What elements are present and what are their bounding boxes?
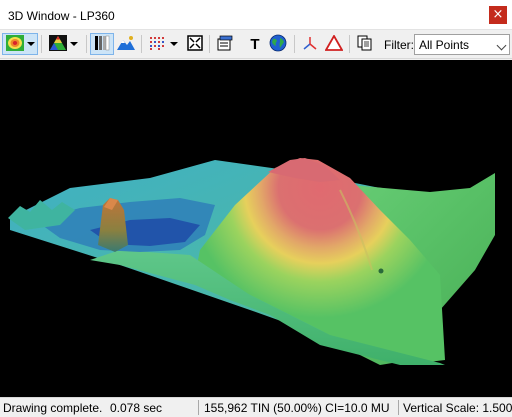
copy-button[interactable] (354, 33, 376, 55)
title-bar: 3D Window - LP360 × (0, 0, 512, 30)
status-divider (398, 400, 399, 415)
properties-button[interactable] (214, 33, 236, 55)
copy-icon (357, 35, 373, 54)
globe-icon (269, 34, 287, 55)
window-title: 3D Window - LP360 (8, 9, 115, 23)
filter-dropdown[interactable]: All Points (414, 34, 510, 55)
globe-button[interactable] (267, 33, 289, 55)
toolbar: T Filter: All Points (0, 30, 512, 59)
hillshade-icon (117, 35, 135, 54)
3d-viewport[interactable] (0, 60, 512, 397)
status-tin-info: 155,962 TIN (50.00%) CI=10.0 MU (204, 401, 390, 415)
toolbar-separator (141, 35, 142, 53)
hillshade-button[interactable] (115, 33, 137, 55)
filter-selected-value: All Points (419, 38, 470, 52)
text-label-button[interactable]: T (244, 33, 266, 55)
axes-button[interactable] (299, 33, 321, 55)
fit-extent-button[interactable] (184, 33, 206, 55)
toolbar-separator (41, 35, 42, 53)
tin-color-ramp-button[interactable] (45, 33, 81, 55)
close-button[interactable]: × (489, 6, 507, 24)
grayscale-shading-icon (94, 35, 110, 54)
point-display-button[interactable] (145, 33, 181, 55)
profile-triangle-button[interactable] (323, 33, 345, 55)
toolbar-separator (294, 35, 295, 53)
tin-color-ramp-icon (48, 34, 67, 54)
terrain-render (8, 158, 495, 365)
axes-icon (302, 35, 318, 54)
toolbar-separator (349, 35, 350, 53)
color-by-elevation-icon (5, 34, 24, 54)
chevron-down-icon[interactable] (26, 42, 35, 46)
properties-icon (217, 35, 233, 54)
grayscale-shading-button[interactable] (90, 33, 114, 55)
status-elapsed-time: 0.078 sec (110, 401, 163, 415)
text-label-icon: T (250, 35, 260, 53)
chevron-down-icon[interactable] (169, 42, 178, 46)
status-bar: Drawing complete. 0.078 sec 155,962 TIN … (0, 397, 512, 417)
color-by-elevation-button[interactable] (2, 33, 38, 55)
chevron-down-icon[interactable] (496, 40, 507, 51)
status-divider (198, 400, 199, 415)
fit-extent-icon (187, 34, 203, 54)
filter-label: Filter: (384, 38, 414, 52)
status-message: Drawing complete. (3, 401, 103, 415)
profile-triangle-icon (324, 33, 344, 54)
chevron-down-icon[interactable] (69, 42, 78, 46)
toolbar-separator (209, 35, 210, 53)
toolbar-separator (86, 35, 87, 53)
point-display-icon (149, 35, 167, 54)
status-vertical-scale: Vertical Scale: 1.5000 (403, 401, 512, 415)
